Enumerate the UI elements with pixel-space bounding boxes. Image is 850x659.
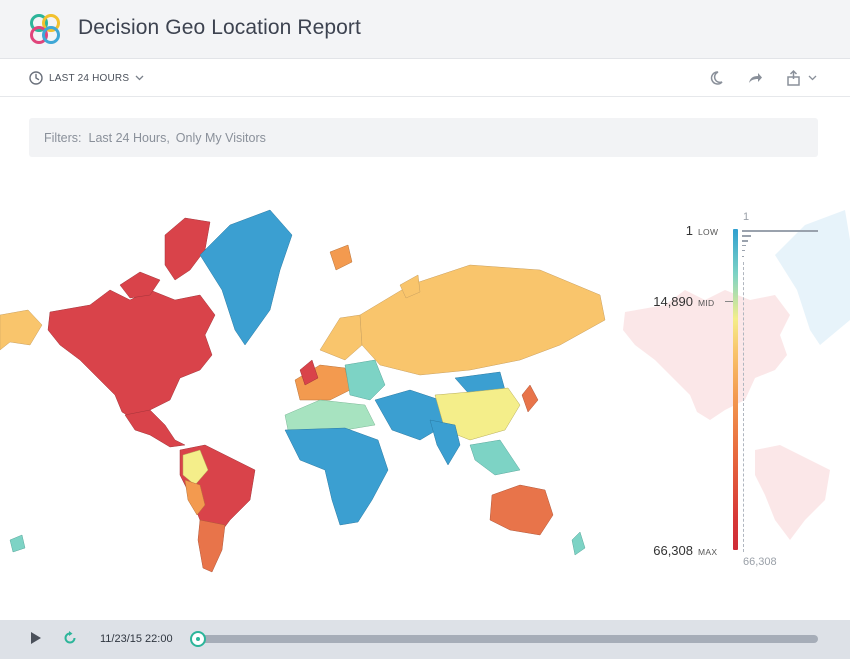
timeline-knob[interactable] — [190, 631, 206, 647]
color-scale-bar — [733, 229, 738, 550]
region-australia[interactable] — [489, 484, 554, 536]
filters-title: Filters: — [44, 130, 82, 145]
histogram-bar — [742, 240, 748, 242]
histogram-bar — [742, 235, 751, 237]
app-header: Decision Geo Location Report — [0, 0, 850, 59]
region-south-america-south[interactable] — [197, 519, 226, 573]
toolbar: LAST 24 HOURS — [0, 59, 850, 97]
region-mexico[interactable] — [124, 409, 186, 448]
playback-bar: 11/23/15 22:00 — [0, 620, 850, 659]
region-new-zealand[interactable] — [571, 531, 586, 556]
region-alaska-fragment[interactable] — [0, 309, 43, 351]
time-range-label: LAST 24 HOURS — [49, 72, 130, 84]
histogram-bottom-label: 66,308 — [743, 556, 777, 568]
play-icon[interactable] — [29, 631, 43, 645]
region-southeast-asia[interactable] — [469, 439, 521, 476]
region-india[interactable] — [429, 419, 461, 466]
histogram-top-label: 1 — [743, 211, 750, 223]
chevron-down-icon — [135, 75, 144, 81]
legend-max-value: 66,308 — [653, 543, 693, 558]
filter-time[interactable]: Last 24 Hours, — [89, 131, 170, 145]
region-greenland[interactable] — [199, 209, 293, 346]
time-range-dropdown[interactable]: LAST 24 HOURS — [29, 68, 144, 88]
clock-icon — [29, 71, 43, 85]
legend-mid-tag: MID — [698, 298, 715, 308]
region-japan[interactable] — [521, 384, 539, 413]
filters-bar: Filters: Last 24 Hours, Only My Visitors — [29, 118, 818, 157]
filter-visitors[interactable]: Only My Visitors — [176, 131, 266, 145]
legend-low-value: 1 — [685, 223, 693, 238]
region-scandinavia[interactable] — [319, 314, 363, 361]
region-africa[interactable] — [284, 427, 389, 526]
region-north-america[interactable] — [47, 289, 216, 421]
refresh-icon[interactable] — [62, 630, 78, 646]
histogram-bar — [742, 245, 746, 246]
page-title: Decision Geo Location Report — [78, 16, 361, 39]
legend-low-tag: LOW — [698, 227, 719, 237]
region-iceland[interactable] — [329, 244, 353, 271]
export-icon[interactable] — [786, 69, 820, 87]
four-petal-logo — [30, 14, 60, 44]
histogram-axis — [743, 262, 744, 552]
histogram-bar-top — [742, 230, 818, 232]
histogram-bar — [742, 256, 744, 257]
legend-max-tag: MAX — [698, 547, 718, 557]
share-icon[interactable] — [746, 69, 764, 87]
legend-mid-value: 14,890 — [653, 294, 693, 309]
histogram-bar — [742, 250, 745, 251]
region-pacific-islands[interactable] — [9, 534, 26, 553]
region-arctic-islands[interactable] — [164, 217, 211, 281]
playback-timestamp: 11/23/15 22:00 — [100, 633, 173, 645]
night-mode-icon[interactable] — [707, 69, 725, 87]
region-europe-east[interactable] — [344, 359, 386, 401]
region-russia[interactable] — [359, 264, 606, 376]
timeline-track[interactable] — [194, 635, 818, 643]
legend-mid-tick — [725, 301, 733, 302]
